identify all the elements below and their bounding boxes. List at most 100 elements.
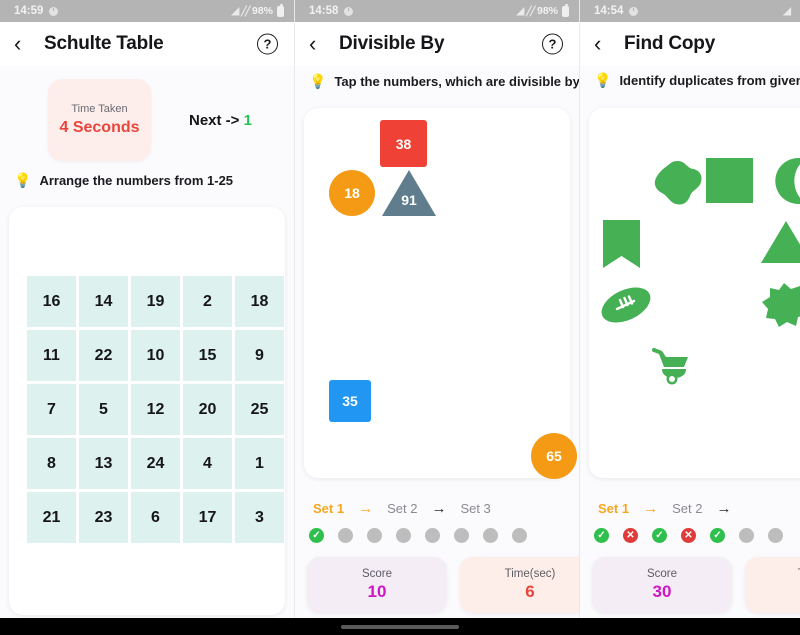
time-card: Time(s56 <box>745 557 800 613</box>
alarm-icon <box>49 6 59 16</box>
check-icon: ✓ <box>710 528 725 543</box>
pending-dot <box>396 528 411 543</box>
check-icon: ✓ <box>594 528 609 543</box>
schulte-cell[interactable]: 10 <box>131 330 180 381</box>
hint-row: 💡 Identify duplicates from given ic <box>580 66 800 93</box>
football-icon[interactable] <box>600 284 652 331</box>
set-label[interactable]: Set 2 <box>672 501 702 516</box>
schulte-cell[interactable]: 2 <box>183 276 232 327</box>
set-progress-row: Set 1 → Set 2 → <box>580 500 800 517</box>
check-icon: ✓ <box>652 528 667 543</box>
schulte-cell[interactable]: 17 <box>183 492 232 543</box>
crescent-moon-icon[interactable] <box>765 158 800 209</box>
set-label[interactable]: Set 1 <box>598 501 629 516</box>
back-icon[interactable]: ‹ <box>14 33 34 55</box>
stat-value: 6 <box>525 582 535 601</box>
time-taken-label: Time Taken <box>71 103 128 115</box>
wifi-icon: ◢ <box>516 5 524 17</box>
next-prefix: Next -> <box>189 111 240 129</box>
bookmark-icon[interactable] <box>603 220 640 273</box>
schulte-cell[interactable]: 22 <box>79 330 128 381</box>
status-bar: 14:58 ◢ ╱╱ 98% <box>295 0 579 22</box>
check-icon: ✓ <box>309 528 324 543</box>
schulte-cell[interactable]: 25 <box>235 384 284 435</box>
set-label[interactable]: Set 1 <box>313 501 344 516</box>
status-bar-right: ◢ ╱╱ 98% <box>516 3 569 17</box>
time-taken-card: Time Taken 4 Seconds <box>48 79 151 161</box>
schulte-cell[interactable]: 8 <box>27 438 76 489</box>
back-icon[interactable]: ‹ <box>594 33 614 55</box>
schulte-cell[interactable]: 7 <box>27 384 76 435</box>
schulte-cell[interactable]: 21 <box>27 492 76 543</box>
schulte-cell[interactable]: 16 <box>27 276 76 327</box>
schulte-grid[interactable]: 16 14 19 2 18 11 22 10 15 9 7 5 12 20 25 8 13 24 4 1 21 23 6 17… <box>27 276 284 543</box>
schulte-cell[interactable]: 3 <box>235 492 284 543</box>
blob-icon[interactable] <box>652 160 704 211</box>
shape-square[interactable]: 35 <box>329 380 371 422</box>
hint-row: 💡 Arrange the numbers from 1-25 <box>0 166 294 193</box>
battery-icon <box>277 3 284 17</box>
gesture-handle[interactable] <box>341 624 459 629</box>
page-title: Divisible By <box>339 33 445 54</box>
status-time: 14:59 <box>14 5 44 17</box>
battery-percent: 98% <box>536 5 558 17</box>
next-target: Next -> 1 <box>189 112 252 129</box>
cross-icon: ✕ <box>681 528 696 543</box>
lightbulb-icon: 💡 <box>594 72 612 88</box>
schulte-cell[interactable]: 13 <box>79 438 128 489</box>
signal-icon: ╱╱ <box>526 5 535 16</box>
shape-circle[interactable]: 18 <box>329 170 375 216</box>
signal-icon: ╱╱ <box>241 5 250 16</box>
set-arrow-icon: → <box>643 500 659 517</box>
pending-dot <box>512 528 527 543</box>
schulte-cell[interactable]: 1 <box>235 438 284 489</box>
pending-dot <box>425 528 440 543</box>
shape-label: 91 <box>401 192 417 208</box>
shape-triangle[interactable]: 91 <box>382 170 436 216</box>
pending-dot <box>768 528 783 543</box>
page-title: Schulte Table <box>44 33 164 54</box>
schulte-cell[interactable]: 4 <box>183 438 232 489</box>
set-arrow-icon: → <box>358 500 374 517</box>
schulte-cell[interactable]: 6 <box>131 492 180 543</box>
help-icon[interactable]: ? <box>257 33 278 55</box>
page-title: Find Copy <box>624 33 716 54</box>
schulte-cell[interactable]: 14 <box>79 276 128 327</box>
schulte-cell[interactable]: 12 <box>131 384 180 435</box>
shape-square[interactable]: 38 <box>380 120 427 167</box>
schulte-cell[interactable]: 20 <box>183 384 232 435</box>
status-time: 14:58 <box>309 5 339 17</box>
schulte-cell[interactable]: 18 <box>235 276 284 327</box>
summary-row: Time Taken 4 Seconds Next -> 1 <box>0 66 294 166</box>
stat-label: Score <box>646 568 678 580</box>
pending-dot <box>483 528 498 543</box>
square-icon[interactable] <box>706 158 753 208</box>
schulte-cell[interactable]: 24 <box>131 438 180 489</box>
stat-label: Score <box>361 568 393 580</box>
pending-dot <box>454 528 469 543</box>
schulte-cell[interactable]: 9 <box>235 330 284 381</box>
battery-icon <box>562 3 569 17</box>
schulte-card: 16 14 19 2 18 11 22 10 15 9 7 5 12 20 25 8 13 24 4 1 21 23 6 17… <box>9 207 285 615</box>
schulte-cell[interactable]: 5 <box>79 384 128 435</box>
stats-row: Score 10 Time(sec) 6 <box>295 557 579 613</box>
time-taken-value: 4 Seconds <box>59 119 140 136</box>
set-label[interactable]: Set 2 <box>387 501 417 516</box>
set-label[interactable]: Set 3 <box>460 501 490 516</box>
shape-circle[interactable]: 65 <box>531 433 577 479</box>
schulte-cell[interactable]: 23 <box>79 492 128 543</box>
set-progress-row: Set 1 → Set 2 → Set 3 <box>295 500 579 517</box>
next-number: 1 <box>243 111 252 129</box>
schulte-cell[interactable]: 15 <box>183 330 232 381</box>
schulte-cell[interactable]: 19 <box>131 276 180 327</box>
hint-row: 💡 Tap the numbers, which are divisible b… <box>295 66 579 94</box>
burst-star-icon[interactable] <box>760 283 800 334</box>
help-icon[interactable]: ? <box>542 33 563 55</box>
lightbulb-icon: 💡 <box>14 172 32 188</box>
wifi-icon: ◢ <box>783 5 791 17</box>
battery-percent: 98% <box>251 5 273 17</box>
back-icon[interactable]: ‹ <box>309 33 329 55</box>
triangle-icon[interactable] <box>761 221 800 268</box>
wheelbarrow-icon[interactable] <box>650 346 698 391</box>
schulte-cell[interactable]: 11 <box>27 330 76 381</box>
